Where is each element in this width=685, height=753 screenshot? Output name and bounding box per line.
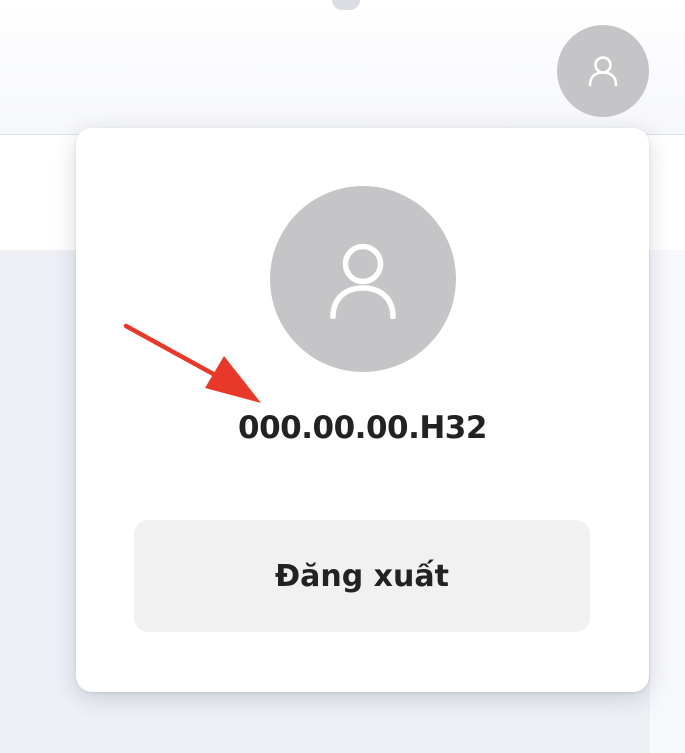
logout-button[interactable]: Đăng xuất <box>134 520 590 632</box>
account-menu-popover: 000.00.00.H32 Đăng xuất <box>76 128 649 692</box>
background-panel-right <box>650 250 685 753</box>
profile-avatar <box>270 186 456 372</box>
top-bar-handle <box>332 0 360 10</box>
user-icon <box>588 56 618 87</box>
account-avatar-button[interactable] <box>557 25 649 117</box>
user-icon <box>330 243 396 319</box>
user-id: 000.00.00.H32 <box>238 410 487 446</box>
